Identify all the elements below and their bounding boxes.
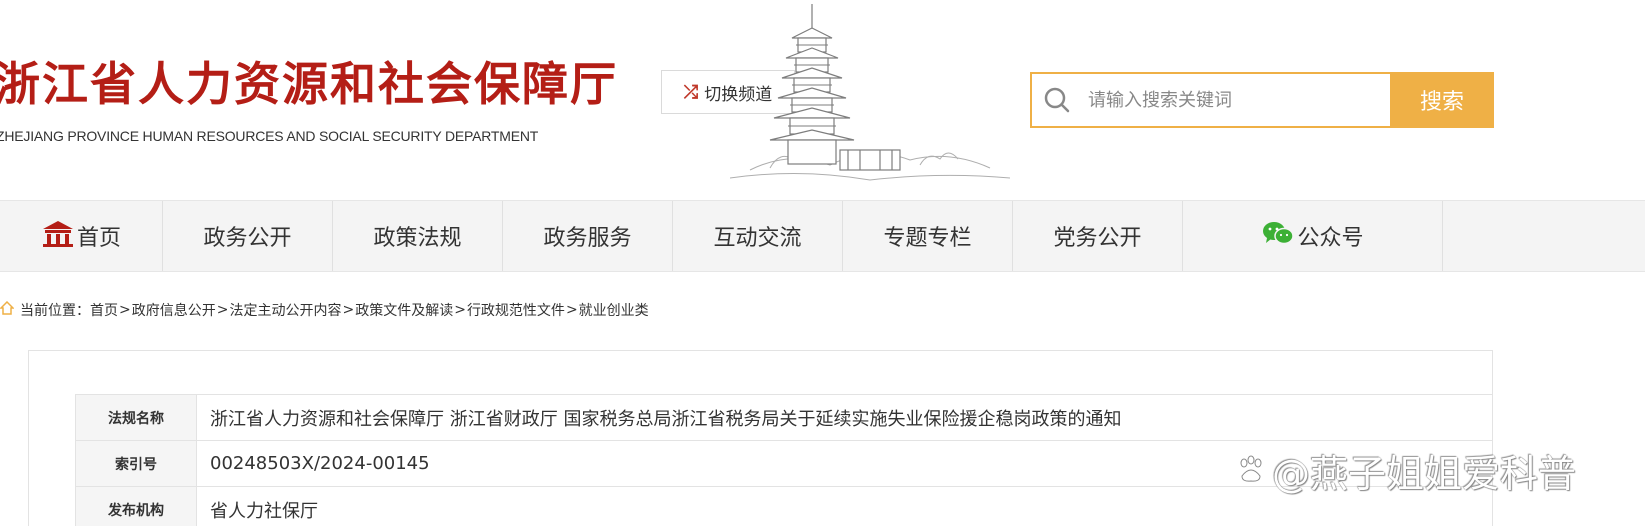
nav-item-label: 政务公开 <box>203 226 292 251</box>
breadcrumb-separator: > <box>342 302 355 318</box>
breadcrumb-separator: > <box>119 302 131 318</box>
nav-item-party-affairs[interactable]: 党务公开 <box>1013 201 1183 271</box>
nav-item-label: 首页 <box>76 226 121 251</box>
main-nav: 首页 政务公开 政策法规 政务服务 互动交流 专题专栏 党务公开 公众号 <box>0 200 1645 272</box>
watermark: @燕子姐姐爱科普 <box>1236 443 1576 498</box>
search-icon <box>1032 74 1082 126</box>
meta-key: 索引号 <box>75 440 197 487</box>
nav-item-label: 政策法规 <box>373 226 462 251</box>
meta-value: 浙江省人力资源和社会保障厅 浙江省财政厅 国家税务总局浙江省税务局关于延续实施失… <box>196 394 1493 441</box>
nav-item-government-affairs[interactable]: 政务公开 <box>163 201 333 271</box>
breadcrumb-item-policy-docs[interactable]: 政策文件及解读 <box>355 300 453 320</box>
nav-item-wechat[interactable]: 公众号 <box>1183 201 1443 271</box>
nav-item-policies[interactable]: 政策法规 <box>333 201 503 271</box>
nav-item-label: 党务公开 <box>1053 226 1142 251</box>
nav-item-label: 公众号 <box>1297 226 1364 251</box>
site-title[interactable]: 浙江省人力资源和社会保障厅 <box>0 48 618 114</box>
nav-item-label: 专题专栏 <box>883 226 972 251</box>
search-input[interactable] <box>1082 75 1395 125</box>
pagoda-illustration <box>730 4 1010 181</box>
nav-item-home[interactable]: 首页 <box>0 201 163 271</box>
breadcrumb: 当前位置： 首页 > 政府信息公开 > 法定主动公开内容 > 政策文件及解读 >… <box>0 298 649 322</box>
wechat-icon <box>1261 219 1295 253</box>
location-home-icon <box>0 300 15 319</box>
search-box <box>1030 72 1395 128</box>
breadcrumb-separator: > <box>216 302 229 318</box>
breadcrumb-separator: > <box>454 302 466 318</box>
breadcrumb-item-statutory[interactable]: 法定主动公开内容 <box>229 300 341 320</box>
nav-item-label: 政务服务 <box>543 226 632 251</box>
meta-key: 发布机构 <box>75 486 197 526</box>
search-button[interactable]: 搜索 <box>1390 72 1494 128</box>
shuffle-icon: ⤮ <box>683 81 699 103</box>
breadcrumb-item-gov-info[interactable]: 政府信息公开 <box>132 300 216 320</box>
breadcrumb-prefix: 当前位置： <box>20 303 90 319</box>
nav-item-label: 互动交流 <box>713 226 802 251</box>
nav-item-interaction[interactable]: 互动交流 <box>673 201 843 271</box>
nav-item-services[interactable]: 政务服务 <box>503 201 673 271</box>
table-row: 法规名称 浙江省人力资源和社会保障厅 浙江省财政厅 国家税务总局浙江省税务局关于… <box>75 394 1493 441</box>
breadcrumb-item-normative[interactable]: 行政规范性文件 <box>467 300 565 320</box>
breadcrumb-item-home[interactable]: 首页 <box>90 300 118 320</box>
site-subtitle: ZHEJIANG PROVINCE HUMAN RESOURCES AND SO… <box>0 128 539 144</box>
watermark-text: @燕子姐姐爱科普 <box>1272 452 1577 496</box>
meta-key: 法规名称 <box>75 394 197 441</box>
breadcrumb-item-employment[interactable]: 就业创业类 <box>579 300 649 320</box>
nav-item-special-topics[interactable]: 专题专栏 <box>843 201 1013 271</box>
nav-filler <box>1443 201 1645 271</box>
breadcrumb-separator: > <box>565 302 578 318</box>
home-icon <box>41 219 75 253</box>
site-header: 浙江省人力资源和社会保障厅 ZHEJIANG PROVINCE HUMAN RE… <box>0 0 1645 200</box>
baidu-paw-icon <box>1236 449 1266 493</box>
